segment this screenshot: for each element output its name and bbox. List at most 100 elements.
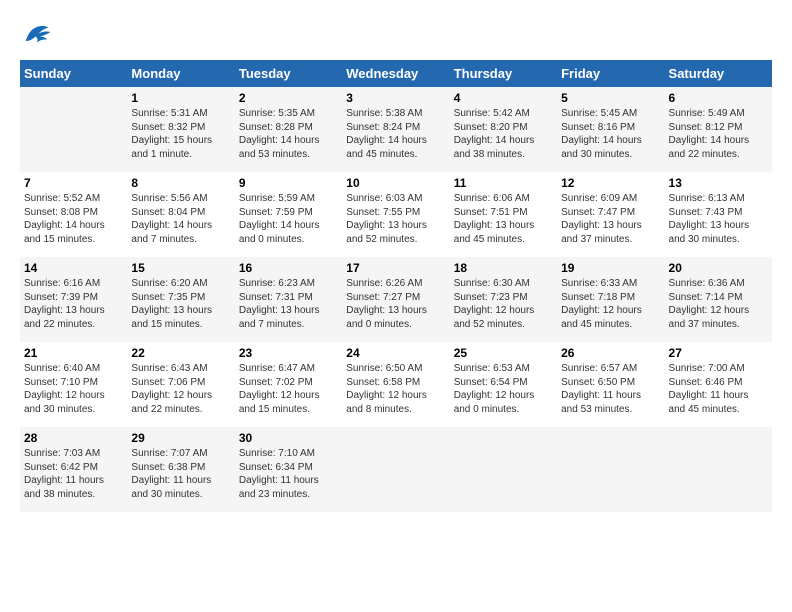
calendar-cell: 2 Sunrise: 5:35 AM Sunset: 8:28 PM Daylig… — [235, 87, 342, 172]
day-info: Sunrise: 6:20 AM Sunset: 7:35 PM Dayligh… — [131, 277, 230, 331]
calendar-cell: 19 Sunrise: 6:33 AM Sunset: 7:18 PM Dayli… — [557, 257, 664, 342]
day-info: Sunrise: 5:56 AM Sunset: 8:04 PM Dayligh… — [131, 192, 230, 246]
calendar-cell: 10 Sunrise: 6:03 AM Sunset: 7:55 PM Dayli… — [342, 172, 449, 257]
day-number: 3 — [346, 91, 445, 105]
day-number: 9 — [239, 176, 338, 190]
day-info: Sunrise: 7:07 AM Sunset: 6:38 PM Dayligh… — [131, 447, 230, 501]
day-number: 28 — [24, 431, 123, 445]
calendar-cell — [20, 87, 127, 172]
calendar-cell: 9 Sunrise: 5:59 AM Sunset: 7:59 PM Daylig… — [235, 172, 342, 257]
calendar-cell: 15 Sunrise: 6:20 AM Sunset: 7:35 PM Dayli… — [127, 257, 234, 342]
day-number: 7 — [24, 176, 123, 190]
calendar-cell — [557, 427, 664, 512]
weekday-header-row: SundayMondayTuesdayWednesdayThursdayFrid… — [20, 60, 772, 87]
calendar-week-row: 21 Sunrise: 6:40 AM Sunset: 7:10 PM Dayli… — [20, 342, 772, 427]
day-number: 15 — [131, 261, 230, 275]
day-info: Sunrise: 5:45 AM Sunset: 8:16 PM Dayligh… — [561, 107, 660, 161]
calendar-cell: 29 Sunrise: 7:07 AM Sunset: 6:38 PM Dayli… — [127, 427, 234, 512]
day-info: Sunrise: 5:31 AM Sunset: 8:32 PM Dayligh… — [131, 107, 230, 161]
day-number: 25 — [454, 346, 553, 360]
calendar-cell — [450, 427, 557, 512]
calendar-cell: 1 Sunrise: 5:31 AM Sunset: 8:32 PM Daylig… — [127, 87, 234, 172]
day-number: 22 — [131, 346, 230, 360]
day-info: Sunrise: 5:38 AM Sunset: 8:24 PM Dayligh… — [346, 107, 445, 161]
day-info: Sunrise: 6:47 AM Sunset: 7:02 PM Dayligh… — [239, 362, 338, 416]
calendar-cell: 12 Sunrise: 6:09 AM Sunset: 7:47 PM Dayli… — [557, 172, 664, 257]
day-number: 14 — [24, 261, 123, 275]
calendar-cell: 18 Sunrise: 6:30 AM Sunset: 7:23 PM Dayli… — [450, 257, 557, 342]
day-info: Sunrise: 6:36 AM Sunset: 7:14 PM Dayligh… — [669, 277, 768, 331]
day-info: Sunrise: 6:13 AM Sunset: 7:43 PM Dayligh… — [669, 192, 768, 246]
day-info: Sunrise: 6:23 AM Sunset: 7:31 PM Dayligh… — [239, 277, 338, 331]
day-number: 5 — [561, 91, 660, 105]
calendar-cell: 3 Sunrise: 5:38 AM Sunset: 8:24 PM Daylig… — [342, 87, 449, 172]
day-number: 16 — [239, 261, 338, 275]
weekday-header-wednesday: Wednesday — [342, 60, 449, 87]
calendar-cell: 4Sunrise: 5:42 AM Sunset: 8:20 PM Daylig… — [450, 87, 557, 172]
page-header — [20, 20, 772, 50]
day-number: 19 — [561, 261, 660, 275]
calendar-cell: 21 Sunrise: 6:40 AM Sunset: 7:10 PM Dayli… — [20, 342, 127, 427]
day-number: 13 — [669, 176, 768, 190]
day-info: Sunrise: 6:33 AM Sunset: 7:18 PM Dayligh… — [561, 277, 660, 331]
day-number: 18 — [454, 261, 553, 275]
day-number: 12 — [561, 176, 660, 190]
day-info: Sunrise: 7:00 AM Sunset: 6:46 PM Dayligh… — [669, 362, 768, 416]
calendar-week-row: 28 Sunrise: 7:03 AM Sunset: 6:42 PM Dayli… — [20, 427, 772, 512]
day-info: Sunrise: 6:43 AM Sunset: 7:06 PM Dayligh… — [131, 362, 230, 416]
calendar-cell — [665, 427, 772, 512]
day-number: 1 — [131, 91, 230, 105]
day-info: Sunrise: 5:49 AM Sunset: 8:12 PM Dayligh… — [669, 107, 768, 161]
calendar-cell: 7 Sunrise: 5:52 AM Sunset: 8:08 PM Daylig… — [20, 172, 127, 257]
weekday-header-monday: Monday — [127, 60, 234, 87]
day-info: Sunrise: 6:30 AM Sunset: 7:23 PM Dayligh… — [454, 277, 553, 331]
day-number: 6 — [669, 91, 768, 105]
day-number: 21 — [24, 346, 123, 360]
calendar-cell: 30 Sunrise: 7:10 AM Sunset: 6:34 PM Dayli… — [235, 427, 342, 512]
day-number: 8 — [131, 176, 230, 190]
calendar-cell: 11Sunrise: 6:06 AM Sunset: 7:51 PM Dayli… — [450, 172, 557, 257]
calendar-cell: 27Sunrise: 7:00 AM Sunset: 6:46 PM Dayli… — [665, 342, 772, 427]
calendar-cell: 14Sunrise: 6:16 AM Sunset: 7:39 PM Dayli… — [20, 257, 127, 342]
day-number: 23 — [239, 346, 338, 360]
day-number: 24 — [346, 346, 445, 360]
calendar-week-row: 14Sunrise: 6:16 AM Sunset: 7:39 PM Dayli… — [20, 257, 772, 342]
day-number: 17 — [346, 261, 445, 275]
calendar-cell: 17 Sunrise: 6:26 AM Sunset: 7:27 PM Dayli… — [342, 257, 449, 342]
day-info: Sunrise: 6:40 AM Sunset: 7:10 PM Dayligh… — [24, 362, 123, 416]
day-number: 26 — [561, 346, 660, 360]
day-number: 2 — [239, 91, 338, 105]
day-number: 20 — [669, 261, 768, 275]
weekday-header-thursday: Thursday — [450, 60, 557, 87]
day-number: 30 — [239, 431, 338, 445]
day-info: Sunrise: 6:09 AM Sunset: 7:47 PM Dayligh… — [561, 192, 660, 246]
day-number: 11 — [454, 176, 553, 190]
day-info: Sunrise: 6:50 AM Sunset: 6:58 PM Dayligh… — [346, 362, 445, 416]
calendar-cell: 24 Sunrise: 6:50 AM Sunset: 6:58 PM Dayli… — [342, 342, 449, 427]
logo-bird-icon — [22, 20, 52, 50]
day-info: Sunrise: 6:53 AM Sunset: 6:54 PM Dayligh… — [454, 362, 553, 416]
calendar-cell: 28 Sunrise: 7:03 AM Sunset: 6:42 PM Dayli… — [20, 427, 127, 512]
day-info: Sunrise: 7:10 AM Sunset: 6:34 PM Dayligh… — [239, 447, 338, 501]
calendar-cell: 13 Sunrise: 6:13 AM Sunset: 7:43 PM Dayli… — [665, 172, 772, 257]
day-info: Sunrise: 6:57 AM Sunset: 6:50 PM Dayligh… — [561, 362, 660, 416]
day-number: 10 — [346, 176, 445, 190]
calendar-week-row: 7 Sunrise: 5:52 AM Sunset: 8:08 PM Daylig… — [20, 172, 772, 257]
day-info: Sunrise: 6:03 AM Sunset: 7:55 PM Dayligh… — [346, 192, 445, 246]
weekday-header-sunday: Sunday — [20, 60, 127, 87]
day-info: Sunrise: 5:59 AM Sunset: 7:59 PM Dayligh… — [239, 192, 338, 246]
calendar-cell: 5 Sunrise: 5:45 AM Sunset: 8:16 PM Daylig… — [557, 87, 664, 172]
calendar-cell: 16 Sunrise: 6:23 AM Sunset: 7:31 PM Dayli… — [235, 257, 342, 342]
logo — [20, 20, 56, 50]
day-info: Sunrise: 5:35 AM Sunset: 8:28 PM Dayligh… — [239, 107, 338, 161]
day-number: 29 — [131, 431, 230, 445]
day-info: Sunrise: 7:03 AM Sunset: 6:42 PM Dayligh… — [24, 447, 123, 501]
calendar-cell: 22 Sunrise: 6:43 AM Sunset: 7:06 PM Dayli… — [127, 342, 234, 427]
weekday-header-saturday: Saturday — [665, 60, 772, 87]
day-info: Sunrise: 6:26 AM Sunset: 7:27 PM Dayligh… — [346, 277, 445, 331]
calendar-table: SundayMondayTuesdayWednesdayThursdayFrid… — [20, 60, 772, 512]
calendar-cell — [342, 427, 449, 512]
calendar-week-row: 1 Sunrise: 5:31 AM Sunset: 8:32 PM Daylig… — [20, 87, 772, 172]
calendar-cell: 25 Sunrise: 6:53 AM Sunset: 6:54 PM Dayli… — [450, 342, 557, 427]
day-info: Sunrise: 5:52 AM Sunset: 8:08 PM Dayligh… — [24, 192, 123, 246]
